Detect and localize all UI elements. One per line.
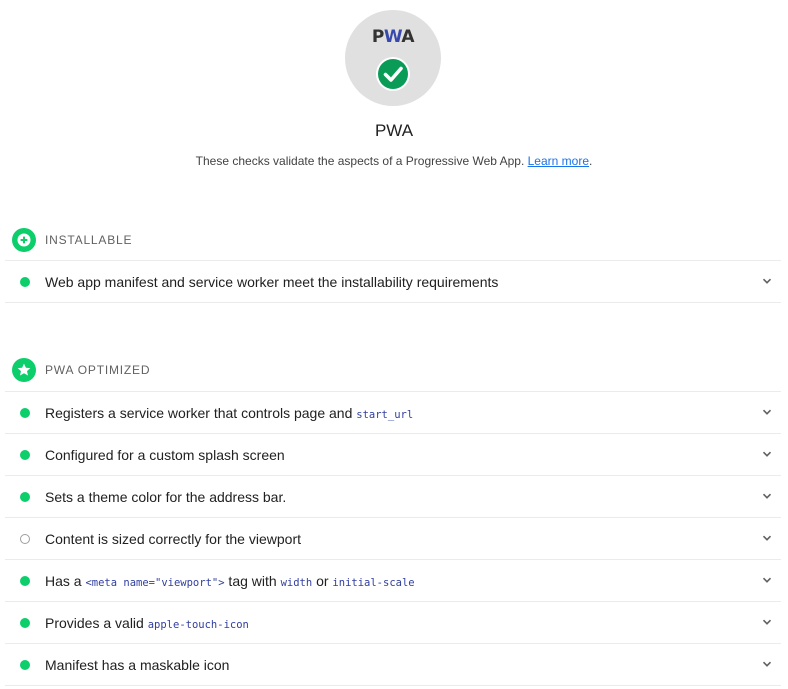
audit-row[interactable]: Web app manifest and service worker meet… [5,260,781,303]
category-title: PWA [374,121,414,140]
pass-status-icon [20,491,30,502]
pwa-logo: PWA [371,27,415,47]
audit-title: Has a <meta name="viewport"> tag with wi… [45,573,415,589]
audit-code-snippet: <meta name="viewport"> [85,576,225,589]
group-title: PWA OPTIMIZED [45,363,151,377]
audit-row[interactable]: Provides a valid apple-touch-icon [5,601,781,643]
chevron-down-icon[interactable] [761,448,773,460]
audit-row[interactable]: Sets a theme color for the address bar. [5,475,781,517]
pass-status-icon [20,617,30,628]
pass-status-icon [20,449,30,460]
audit-code-snippet: initial-scale [332,576,415,589]
audit-text-segment: Web app manifest and service worker meet… [45,273,499,290]
audit-list-pwa-optimized: Registers a service worker that controls… [5,391,781,686]
chevron-down-icon[interactable] [761,574,773,586]
group-title: INSTALLABLE [45,233,133,247]
audit-text-segment: Provides a valid [45,614,148,631]
audit-text-segment: Sets a theme color for the address bar. [45,488,287,505]
star-circle-icon [12,358,36,382]
audit-text-segment: or [312,572,333,589]
group-header-pwa-optimized: PWA OPTIMIZED [12,358,150,382]
audit-text-segment: Manifest has a maskable icon [45,656,230,673]
chevron-down-icon[interactable] [761,406,773,418]
audit-code-snippet: start_url [356,408,414,421]
not-applicable-status-icon [20,533,30,544]
pass-status-icon [20,575,30,586]
audit-text-segment: Configured for a custom splash screen [45,446,285,463]
pwa-gauge: PWA [345,10,441,106]
chevron-down-icon[interactable] [761,616,773,628]
audit-row[interactable]: Manifest has a maskable icon [5,643,781,686]
audit-title: Content is sized correctly for the viewp… [45,531,301,547]
audit-row[interactable]: Registers a service worker that controls… [5,391,781,433]
audit-text-segment: Has a [45,572,86,589]
audit-row[interactable]: Configured for a custom splash screen [5,433,781,475]
category-header: PWA PWA These checks validate the aspect… [0,0,788,190]
audit-code-snippet: apple-touch-icon [147,618,249,631]
audit-text-segment: tag with [224,572,281,589]
audit-text-segment: Registers a service worker that controls… [45,404,357,421]
audit-title: Registers a service worker that controls… [45,405,413,421]
audit-title: Manifest has a maskable icon [45,657,229,673]
audit-row[interactable]: Content is sized correctly for the viewp… [5,517,781,559]
audit-text-segment: Content is sized correctly for the viewp… [45,530,301,547]
audit-title: Configured for a custom splash screen [45,447,285,463]
audit-title: Sets a theme color for the address bar. [45,489,286,505]
pass-status-icon [20,407,30,418]
category-description: These checks validate the aspects of a P… [195,154,593,168]
audit-row[interactable]: Has a <meta name="viewport"> tag with wi… [5,559,781,601]
group-header-installable: INSTALLABLE [12,228,132,252]
chevron-down-icon[interactable] [761,532,773,544]
audit-title: Web app manifest and service worker meet… [45,274,498,290]
plus-circle-icon [12,228,36,252]
chevron-down-icon[interactable] [761,490,773,502]
chevron-down-icon[interactable] [761,658,773,670]
audit-code-snippet: width [280,576,313,589]
learn-more-link[interactable]: Learn more [528,154,589,168]
audit-title: Provides a valid apple-touch-icon [45,615,249,631]
pass-status-icon [20,276,30,287]
pass-status-icon [20,659,30,670]
audit-list-installable: Web app manifest and service worker meet… [5,260,781,303]
check-badge-icon [376,57,410,91]
chevron-down-icon[interactable] [761,275,773,287]
